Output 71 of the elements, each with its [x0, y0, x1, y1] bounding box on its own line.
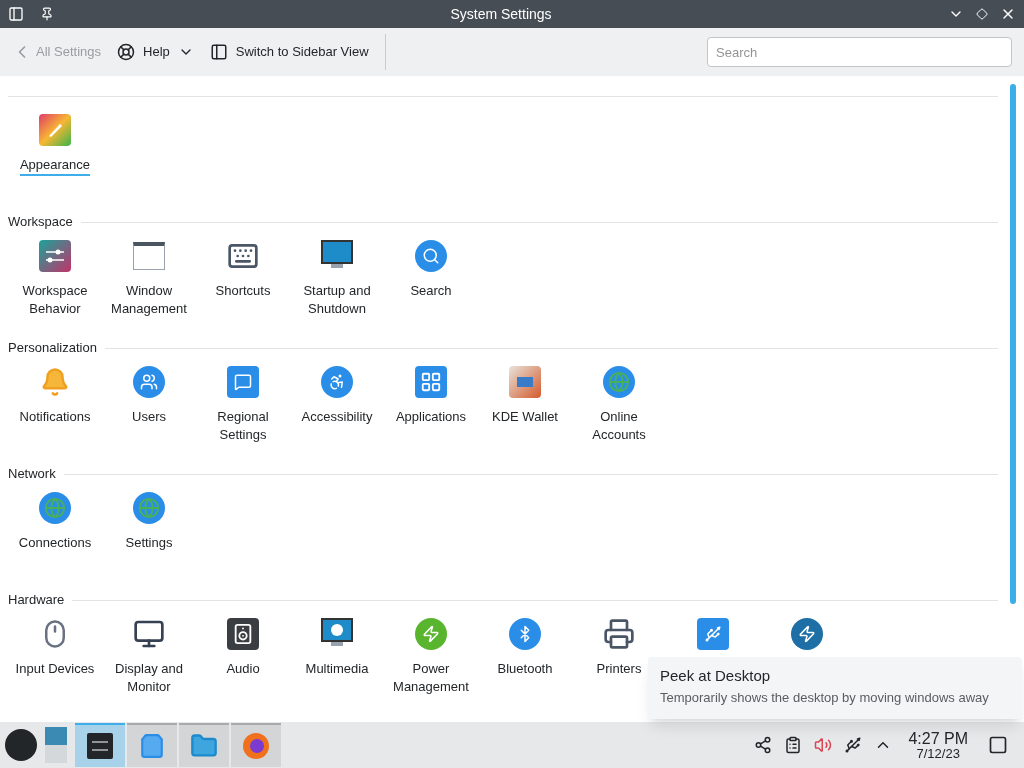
pager-icon[interactable] [45, 727, 67, 763]
scrollbar-thumb[interactable] [1010, 84, 1016, 604]
globe-icon [603, 366, 635, 398]
task-button[interactable] [231, 723, 281, 767]
maximize-icon[interactable] [976, 8, 988, 20]
section-header: Personalization [8, 339, 97, 358]
category-item[interactable]: Regional Settings [203, 408, 283, 446]
category-item[interactable]: Audio [226, 660, 260, 680]
section-header: Network [8, 465, 56, 484]
monitor-icon [133, 618, 165, 650]
browser-icon [242, 732, 270, 760]
category-item[interactable]: Startup and Shutdown [297, 282, 377, 320]
category-item[interactable]: Bluetooth [497, 660, 553, 680]
category-item[interactable]: Input Devices [15, 660, 95, 680]
show-desktop-icon[interactable] [988, 735, 1008, 755]
category-item[interactable]: Connections [18, 534, 92, 554]
category-item[interactable]: Notifications [19, 408, 91, 428]
category-item[interactable]: Multimedia [305, 660, 369, 680]
category-item[interactable]: Display and Monitor [109, 660, 189, 698]
users-icon [133, 366, 165, 398]
window-icon [133, 242, 165, 270]
sliders-icon [87, 733, 113, 759]
printer-icon [603, 618, 635, 650]
lightning-icon [415, 618, 447, 650]
section-header: Hardware [8, 591, 65, 610]
clock-time[interactable]: 4:27 PM [908, 730, 968, 747]
category-item[interactable]: Window Management [109, 282, 189, 320]
speech-bubble-icon [227, 366, 259, 398]
bluetooth-icon [509, 618, 541, 650]
app-icon [8, 6, 24, 22]
category-item[interactable]: Accessibility [301, 408, 373, 428]
clock-date[interactable]: 7/12/23 [916, 746, 960, 760]
help-button[interactable]: Help [117, 42, 194, 62]
category-item[interactable]: Search [410, 282, 452, 302]
category-item[interactable]: Users [132, 408, 166, 428]
lifebuoy-icon [117, 43, 136, 61]
start-menu-icon[interactable] [5, 729, 37, 761]
paintbrush-icon [39, 114, 71, 146]
task-button[interactable] [75, 723, 125, 767]
tooltip-title: Peek at Desktop [660, 666, 772, 686]
grid-icon [415, 366, 447, 398]
section-header: Workspace [8, 213, 73, 232]
category-item[interactable]: Power Management [391, 660, 471, 698]
speaker-icon [227, 618, 259, 650]
search-icon [415, 240, 447, 272]
category-item[interactable]: Applications [395, 408, 467, 428]
muted-speaker-icon[interactable] [814, 736, 833, 754]
category-item[interactable]: Appearance [19, 156, 91, 176]
clipboard-icon[interactable] [784, 736, 803, 754]
globe-icon [39, 492, 71, 524]
globe-icon [133, 492, 165, 524]
pin-icon[interactable] [40, 7, 54, 21]
sidebar-view-button[interactable]: Switch to Sidebar View [209, 34, 386, 70]
category-item[interactable]: Online Accounts [579, 408, 659, 446]
usb-drive-icon [697, 618, 729, 650]
bell-icon [40, 367, 70, 397]
sliders-icon [39, 240, 71, 272]
accessibility-icon [321, 366, 353, 398]
category-item[interactable]: Shortcuts [215, 282, 271, 302]
lightning-icon [791, 618, 823, 650]
window-title: System Settings [449, 4, 553, 24]
category-item[interactable]: Workspace Behavior [15, 282, 95, 320]
folder-icon [190, 732, 218, 760]
category-item[interactable]: Settings [125, 534, 173, 554]
category-item[interactable]: KDE Wallet [492, 408, 558, 428]
network-icon[interactable] [754, 736, 773, 754]
tooltip-text: Temporarily shows the desktop by moving windows away [660, 688, 990, 707]
search-field[interactable]: Search [707, 37, 1012, 67]
sidebar-icon [209, 43, 228, 61]
usb-icon[interactable] [844, 736, 863, 754]
category-item[interactable]: Printers [596, 660, 642, 680]
